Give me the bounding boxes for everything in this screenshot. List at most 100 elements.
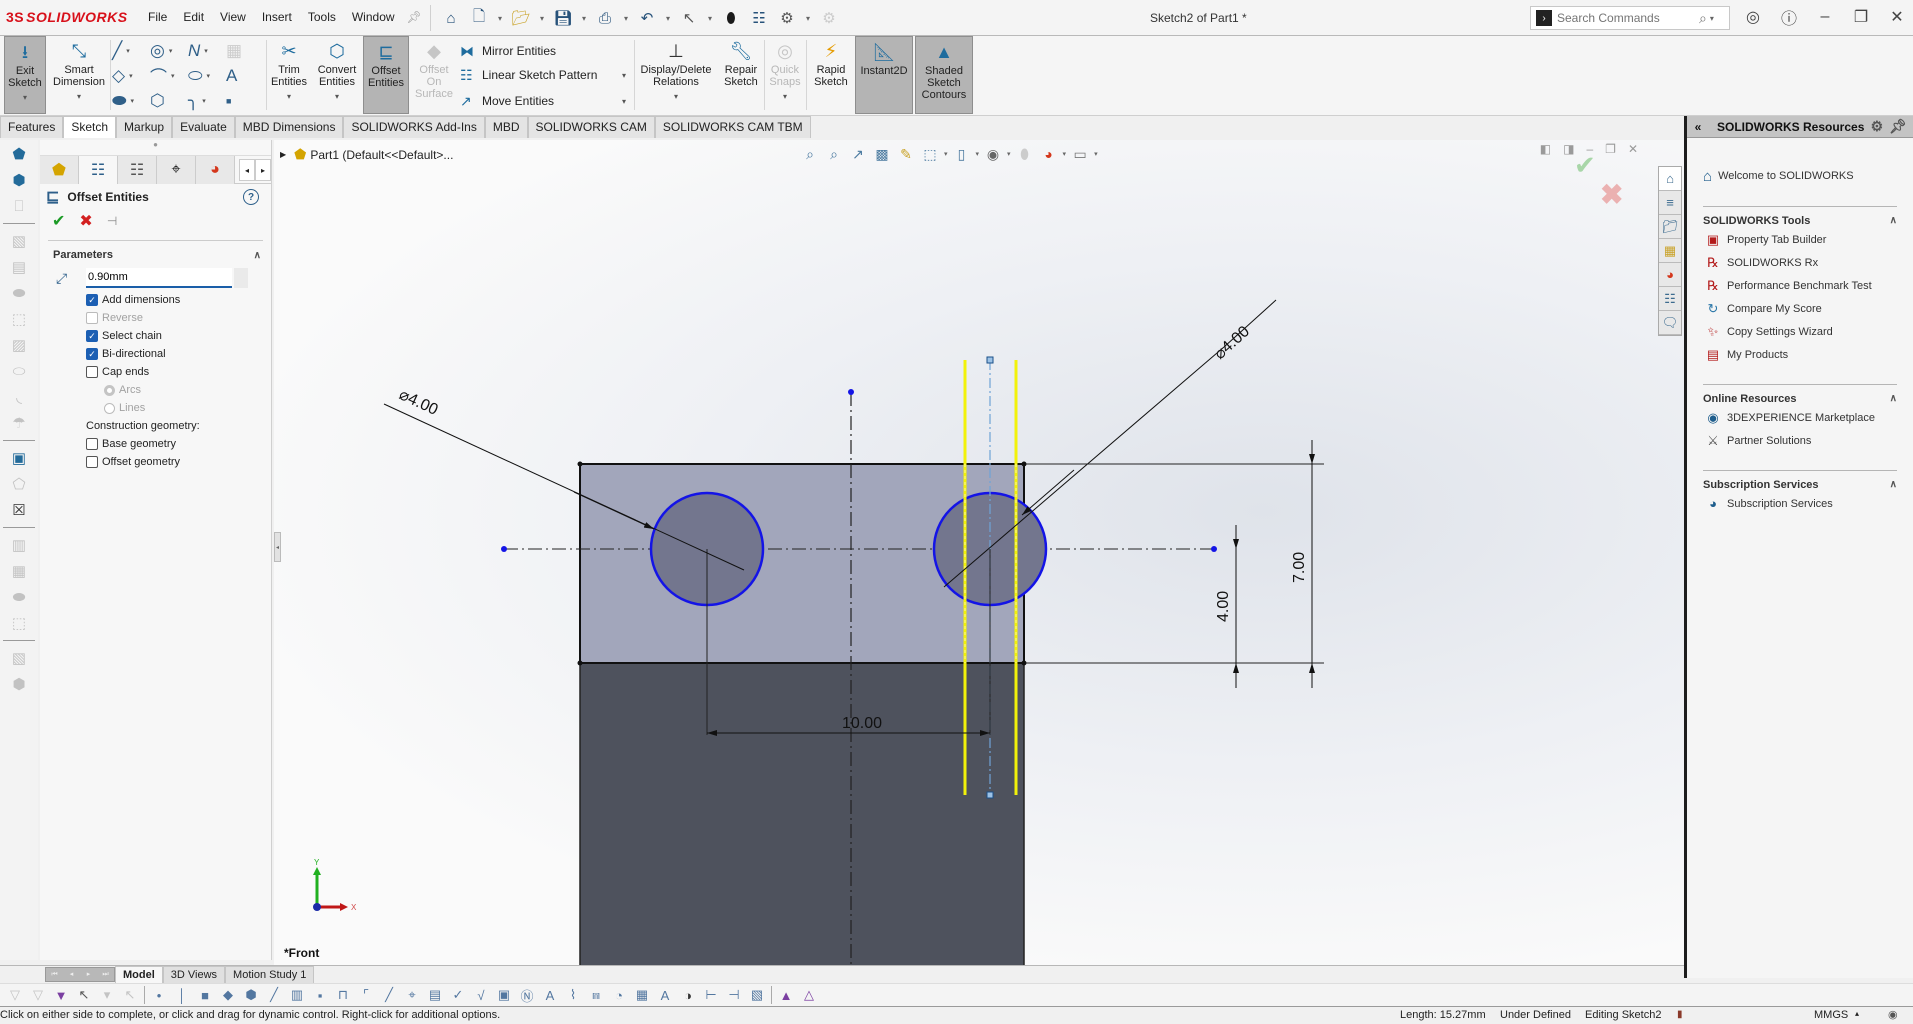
pattern-dropdown[interactable]: ▾: [622, 71, 626, 80]
instant3d-icon[interactable]: ☒: [4, 498, 34, 522]
task-pane-settings-gear-icon[interactable]: ⚙: [1871, 118, 1884, 135]
open-dropdown[interactable]: ▾: [537, 14, 547, 23]
new-document-icon[interactable]: 🗋︎: [467, 6, 491, 30]
select-dropdown[interactable]: ▾: [705, 14, 715, 23]
units-dropdown[interactable]: ▴: [1855, 1009, 1859, 1018]
dimension-horizontal[interactable]: 10.00: [842, 715, 882, 732]
swept-boss-icon[interactable]: ⎕: [4, 194, 34, 218]
select-chain-checkbox[interactable]: ✓: [86, 330, 98, 342]
add-dimensions-checkbox[interactable]: ✓: [86, 294, 98, 306]
first-tab-icon[interactable]: ⏮: [46, 968, 63, 981]
filter-midpoints-icon[interactable]: ⌜: [357, 986, 375, 1004]
cap-ends-checkbox[interactable]: [86, 366, 98, 378]
mirror-entities-button[interactable]: ⧓ Mirror Entities: [460, 38, 556, 64]
tab-sketch[interactable]: Sketch: [63, 116, 117, 138]
exit-sketch-button[interactable]: ⭳ Exit Sketch ▾: [4, 36, 46, 114]
menu-view[interactable]: View: [212, 10, 254, 24]
menu-tools[interactable]: Tools: [300, 10, 344, 24]
print-dropdown[interactable]: ▾: [621, 14, 631, 23]
dimension-diameter-right[interactable]: ⌀4.00: [1211, 323, 1253, 363]
rapid-sketch-button[interactable]: ⚡︎ Rapid Sketch: [810, 36, 852, 114]
filter-mesh-vertices-icon[interactable]: △: [800, 986, 818, 1004]
solidworks-logo[interactable]: 3S SOLIDWORKS: [6, 9, 128, 25]
collapse-chevron-icon[interactable]: ∧: [254, 250, 261, 261]
offset-distance-input[interactable]: [86, 268, 232, 288]
centerline-endpoint[interactable]: [848, 389, 854, 395]
filter-weld-symbols-icon[interactable]: A: [541, 986, 559, 1004]
graphics-area[interactable]: ◂ ▶ ⬟ Part1 (Default<<Default>... ⌕ ⌕ ↗ …: [274, 140, 1686, 965]
home-icon[interactable]: ⌂: [439, 6, 463, 30]
convert-entities-button[interactable]: ⬡ Convert Entities ▾: [314, 36, 360, 114]
open-folder-icon[interactable]: 📂︎: [509, 6, 533, 30]
feature-manager-tab-icon[interactable]: ⬟: [40, 156, 79, 184]
cap-arcs-option[interactable]: Arcs: [40, 381, 271, 399]
tab-solidworks-cam[interactable]: SOLIDWORKS CAM: [527, 116, 655, 138]
arc-tool[interactable]: ⌒ ▾: [150, 63, 188, 88]
undo-dropdown[interactable]: ▾: [663, 14, 673, 23]
repair-sketch-button[interactable]: 🔧︎ Repair Sketch: [720, 36, 762, 114]
dimxpert-manager-tab-icon[interactable]: ⌖: [157, 156, 196, 184]
reverse-option[interactable]: Reverse: [40, 309, 271, 327]
add-dimensions-option[interactable]: ✓ Add dimensions: [40, 291, 271, 309]
filter-center-marks-icon[interactable]: ╱: [380, 986, 398, 1004]
spline-tool[interactable]: N ▾: [188, 38, 226, 63]
offset-geometry-checkbox[interactable]: [86, 456, 98, 468]
customize-icon[interactable]: ⚙: [817, 6, 841, 30]
slot-tool[interactable]: ⬬ ▾: [112, 88, 150, 113]
filter-connection-points-icon[interactable]: ◔: [610, 986, 628, 1004]
search-dropdown[interactable]: ▾: [1707, 14, 1717, 23]
clear-filters-icon[interactable]: ▼: [52, 986, 70, 1004]
menu-file[interactable]: File: [140, 10, 175, 24]
arcs-radio[interactable]: [104, 384, 115, 396]
filter-cosmetic-threads-icon[interactable]: A: [656, 986, 674, 1004]
revolved-boss-icon[interactable]: ⬢: [4, 168, 34, 192]
cap-lines-option[interactable]: Lines: [40, 399, 271, 417]
centerline-endpoint[interactable]: [501, 546, 507, 552]
prev-tab-icon[interactable]: ◂: [63, 968, 80, 981]
fillet-tool[interactable]: ╮ ▾: [188, 88, 226, 113]
toggle-filter-icon[interactable]: ▽: [6, 986, 24, 1004]
file-properties-icon[interactable]: ☷: [747, 6, 771, 30]
minimize-icon[interactable]: –: [1812, 4, 1838, 30]
restore-icon[interactable]: ❐: [1848, 4, 1874, 30]
filter-dimensions-icon[interactable]: ▤: [426, 986, 444, 1004]
select-dropdown[interactable]: ▾: [98, 986, 116, 1004]
search-commands-input[interactable]: [1557, 11, 1697, 25]
select-cursor-icon[interactable]: ↖: [677, 6, 701, 30]
offset-spinner[interactable]: [234, 268, 248, 288]
task-pane-pin-icon[interactable]: 📌︎: [1889, 118, 1907, 135]
shaded-sketch-contours-button[interactable]: ▲ Shaded Sketch Contours: [915, 36, 973, 114]
draft-icon[interactable]: ▦: [4, 559, 34, 583]
filter-mate-references-icon[interactable]: ⊢: [702, 986, 720, 1004]
filter-notes-icon[interactable]: ▣: [495, 986, 513, 1004]
shell-icon[interactable]: ▥: [4, 533, 34, 557]
options-dropdown[interactable]: ▾: [803, 14, 813, 23]
bi-directional-option[interactable]: ✓ Bi-directional: [40, 345, 271, 363]
filter-sketch-points-icon[interactable]: ▪: [311, 986, 329, 1004]
help-icon[interactable]: ⓘ: [1776, 4, 1802, 30]
last-tab-icon[interactable]: ⏭: [97, 968, 114, 981]
filter-centerline-icon[interactable]: ⌖: [403, 986, 421, 1004]
line-endpoint-handle[interactable]: [986, 791, 994, 799]
ellipse-tool[interactable]: ⬭ ▾: [188, 63, 226, 88]
filter-dowel-pins-icon[interactable]: ⩎: [587, 986, 605, 1004]
tab-markup[interactable]: Markup: [116, 116, 173, 138]
extruded-boss-icon[interactable]: ⬟: [4, 142, 34, 166]
filter-routing-points-icon[interactable]: ▦: [633, 986, 651, 1004]
filter-solid-bodies-icon[interactable]: ⬢: [242, 986, 260, 1004]
corner-point[interactable]: [577, 660, 583, 666]
tab-3d-views[interactable]: 3D Views: [162, 966, 226, 983]
collapse-chevron-icon[interactable]: ∧: [1890, 215, 1897, 226]
move-entities-button[interactable]: ↗ Move Entities ▾: [460, 88, 626, 114]
filter-faces-icon[interactable]: ■: [196, 986, 214, 1004]
offset-entities-button[interactable]: ⊑ Offset Entities: [363, 36, 409, 114]
3dexperience-marketplace-link[interactable]: ◉ 3DEXPERIENCE Marketplace: [1687, 406, 1913, 429]
trim-entities-button[interactable]: ✂ Trim Entities ▾: [268, 36, 310, 114]
point-tool[interactable]: ■: [226, 88, 264, 113]
filter-datum-targets-icon[interactable]: Ⓝ: [518, 986, 536, 1004]
wrap-icon[interactable]: ⬚: [4, 611, 34, 635]
ok-check-icon[interactable]: ✔: [52, 211, 65, 231]
smart-dimension-dropdown[interactable]: ▾: [77, 91, 81, 103]
cap-ends-option[interactable]: Cap ends: [40, 363, 271, 381]
rebuild-traffic-light-icon[interactable]: ⬮: [719, 6, 743, 30]
